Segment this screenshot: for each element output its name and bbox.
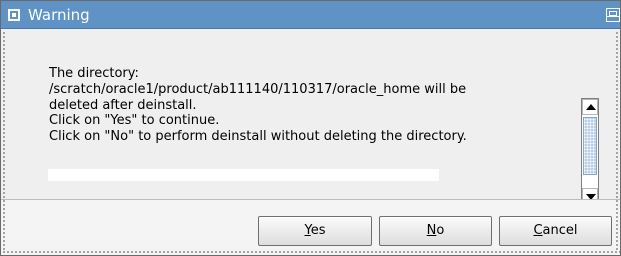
cancel-mnemonic: C [533,223,543,238]
message-text-area: The directory: /scratch/oracle1/product/… [49,66,549,145]
message-line: Click on "No" to perform deinstall witho… [49,129,467,145]
no-label-rest: o [436,223,445,238]
dialog-right-border-pattern [615,31,619,251]
no-button[interactable]: No [379,216,492,246]
title-bar[interactable]: Warning [1,1,620,29]
restore-icon[interactable] [606,8,620,22]
message-line: Click on "Yes" to continue. [49,113,220,129]
cancel-button[interactable]: Cancel [499,216,612,246]
vertical-scrollbar[interactable] [581,98,599,205]
no-button-label: No [427,217,445,245]
message-line: /scratch/oracle1/product/ab111140/110317… [49,81,467,97]
dialog-content: The directory: /scratch/oracle1/product/… [2,29,620,205]
message-line: The directory: [49,66,139,81]
dialog-bottom-border-pattern [2,250,620,254]
dialog-title: Warning [28,6,90,24]
window-icon[interactable] [8,9,20,21]
dialog-left-border-pattern [2,31,6,251]
scroll-up-button[interactable] [582,99,598,115]
message-line: deleted after deinstall. [49,97,197,113]
scroll-thumb[interactable] [583,117,597,175]
yes-button-label: Yes [305,217,326,245]
no-mnemonic: N [426,223,437,238]
cancel-button-label: Cancel [533,217,577,245]
cancel-label-rest: ancel [542,223,578,238]
message-bottom-highlight [48,169,439,181]
yes-label-rest: es [310,223,326,238]
scroll-track[interactable] [582,115,598,188]
yes-button[interactable]: Yes [258,216,372,246]
button-bar: Yes No Cancel [1,200,620,255]
warning-dialog: Warning The directory: /scratch/oracle1/… [0,0,621,256]
scroll-up-icon [586,104,596,110]
